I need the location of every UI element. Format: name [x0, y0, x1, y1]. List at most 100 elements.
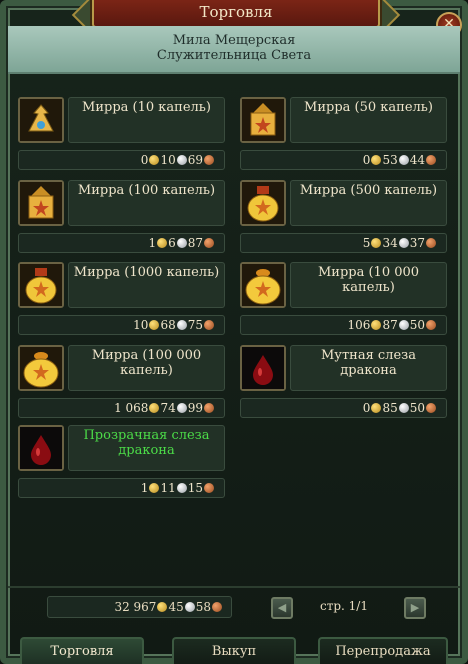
item-price: 0 85 50	[240, 398, 447, 418]
dragon-tear-icon[interactable]	[240, 345, 286, 391]
price-gold: 0	[362, 153, 371, 167]
silver-coin-icon	[176, 483, 187, 493]
price-copper: 15	[187, 481, 203, 495]
gold-coin-icon	[371, 403, 382, 413]
item-name: Прозрачная слеза дракона	[68, 425, 225, 471]
copper-coin-icon	[204, 320, 214, 330]
player-money: 32 967 45 58	[47, 596, 232, 618]
shop-item[interactable]: Мирра (500 капель) 5 34 37	[240, 180, 449, 255]
price-silver: 87	[382, 318, 398, 332]
shop-item[interactable]: Мирра (100 капель) 1 6 87	[18, 180, 227, 255]
copper-coin-icon	[204, 403, 214, 413]
item-price: 5 34 37	[240, 233, 447, 253]
price-gold: 1	[148, 236, 157, 250]
price-gold: 1	[140, 481, 149, 495]
price-gold: 106	[347, 318, 371, 332]
gold-coin-icon	[371, 238, 382, 248]
golden-lantern-icon[interactable]	[18, 180, 64, 226]
next-page-button[interactable]: ▶	[404, 597, 426, 619]
silver-coin-icon	[176, 320, 187, 330]
price-silver: 74	[160, 401, 176, 415]
price-copper: 50	[409, 401, 425, 415]
money-gold: 32 967	[114, 600, 157, 614]
copper-coin-icon	[204, 483, 214, 493]
item-name: Мирра (50 капель)	[290, 97, 447, 143]
gold-coin-icon	[371, 155, 382, 165]
price-gold: 0	[362, 401, 371, 415]
silver-coin-icon	[398, 238, 409, 248]
price-silver: 11	[160, 481, 176, 495]
dragon-tear-icon[interactable]	[18, 425, 64, 471]
shop-item[interactable]: Мирра (100 000 капель) 1 068 74 99	[18, 345, 227, 420]
item-price: 10 68 75	[18, 315, 225, 335]
copper-coin-icon	[426, 155, 436, 165]
price-copper: 50	[409, 318, 425, 332]
item-price: 106 87 50	[240, 315, 447, 335]
gold-coin-icon	[149, 155, 160, 165]
price-copper: 37	[409, 236, 425, 250]
tab-trade[interactable]: Торговля	[20, 637, 144, 664]
price-gold: 10	[133, 318, 149, 332]
golden-lantern-icon[interactable]	[240, 97, 286, 143]
price-copper: 75	[187, 318, 203, 332]
price-gold: 0	[140, 153, 149, 167]
shop-item[interactable]: Мирра (1000 капель) 10 68 75	[18, 262, 227, 337]
money-silver: 45	[168, 600, 184, 614]
golden-urn-icon[interactable]	[240, 262, 286, 308]
item-name: Мутная слеза дракона	[290, 345, 447, 391]
golden-flask-icon[interactable]	[240, 180, 286, 226]
item-name: Мирра (500 капель)	[290, 180, 447, 226]
item-price: 0 10 69	[18, 150, 225, 170]
page-indicator: стр. 1/1	[320, 599, 368, 613]
price-silver: 10	[160, 153, 176, 167]
silver-coin-icon	[184, 602, 195, 612]
golden-flask-icon[interactable]	[18, 262, 64, 308]
price-silver: 53	[382, 153, 398, 167]
money-copper: 58	[195, 600, 211, 614]
price-gold: 5	[362, 236, 371, 250]
copper-coin-icon	[204, 238, 214, 248]
silver-coin-icon	[176, 403, 187, 413]
npc-name: Мила Мещерская	[172, 33, 296, 48]
item-price: 1 11 15	[18, 478, 225, 498]
shop-item[interactable]: Прозрачная слеза дракона 1 11 15	[18, 425, 227, 500]
item-name: Мирра (100 капель)	[68, 180, 225, 226]
prev-page-button[interactable]: ◀	[271, 597, 293, 619]
price-silver: 68	[160, 318, 176, 332]
copper-coin-icon	[212, 602, 222, 612]
divider	[8, 586, 460, 588]
copper-coin-icon	[426, 238, 436, 248]
gold-coin-icon	[149, 320, 160, 330]
golden-urn-icon[interactable]	[18, 345, 64, 391]
item-price: 0 53 44	[240, 150, 447, 170]
item-name: Мирра (100 000 капель)	[68, 345, 225, 391]
price-silver: 85	[382, 401, 398, 415]
price-silver: 6	[168, 236, 176, 250]
copper-coin-icon	[426, 403, 436, 413]
item-name: Мирра (10 000 капель)	[290, 262, 447, 308]
shop-item[interactable]: Мирра (10 капель) 0 10 69	[18, 97, 227, 172]
silver-coin-icon	[176, 155, 187, 165]
gold-coin-icon	[149, 403, 160, 413]
shop-item[interactable]: Мирра (50 капель) 0 53 44	[240, 97, 449, 172]
silver-coin-icon	[398, 320, 409, 330]
silver-coin-icon	[398, 155, 409, 165]
gold-coin-icon	[149, 483, 160, 493]
copper-coin-icon	[426, 320, 436, 330]
npc-role: Служительница Света	[156, 48, 312, 63]
price-silver: 34	[382, 236, 398, 250]
tab-resale[interactable]: Перепродажа	[318, 637, 448, 664]
copper-coin-icon	[204, 155, 214, 165]
gold-coin-icon	[371, 320, 382, 330]
shop-item[interactable]: Мутная слеза дракона 0 85 50	[240, 345, 449, 420]
silver-coin-icon	[398, 403, 409, 413]
tab-buyback[interactable]: Выкуп	[172, 637, 296, 664]
gold-coin-icon	[157, 238, 168, 248]
price-gold: 1 068	[114, 401, 149, 415]
small-bottle-icon[interactable]	[18, 97, 64, 143]
price-copper: 69	[187, 153, 203, 167]
window-title: Торговля	[92, 0, 380, 28]
price-copper: 99	[187, 401, 203, 415]
shop-item[interactable]: Мирра (10 000 капель) 106 87 50	[240, 262, 449, 337]
silver-coin-icon	[176, 238, 187, 248]
